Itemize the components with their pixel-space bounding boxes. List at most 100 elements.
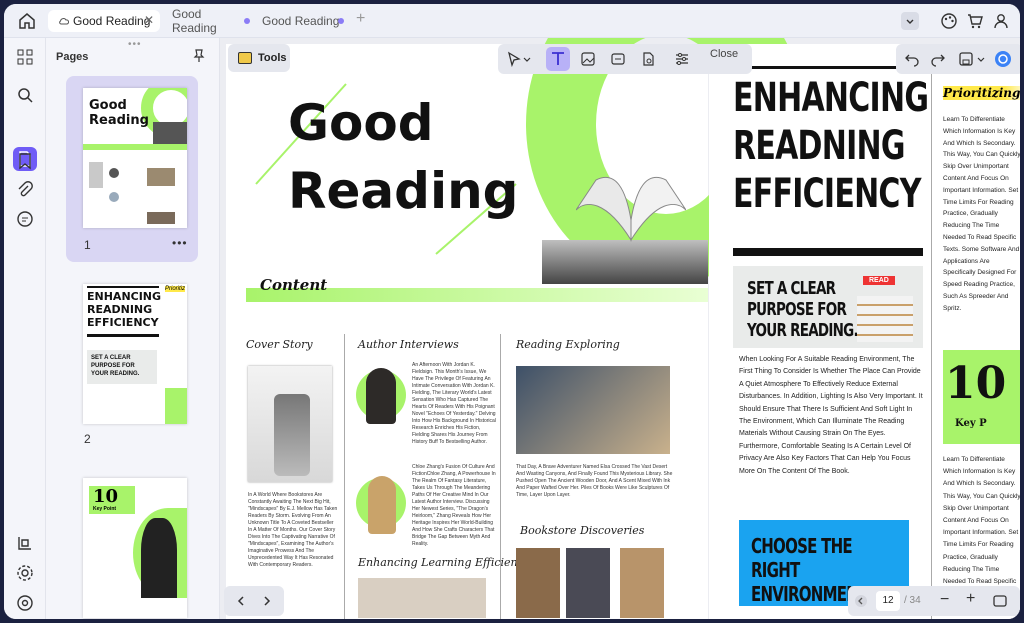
page-number-2: 2: [84, 432, 91, 446]
callout-line: CHOOSE THE RIGHT: [751, 534, 853, 582]
tab-good-reading-2[interactable]: Good Reading: [162, 7, 250, 35]
attachment-icon[interactable]: [16, 180, 34, 198]
thumb-photo: [141, 518, 177, 598]
tools-label: Tools: [258, 52, 287, 64]
pages-panel: ••• Pages Good Reading 1 ••• ENHANCING RE…: [46, 38, 220, 619]
document-viewport: Good Reading Content Cover Story Author …: [220, 38, 1020, 619]
text-tool-button[interactable]: [546, 47, 570, 71]
user-icon[interactable]: [992, 12, 1010, 30]
thumb-big-number: 10: [93, 486, 119, 507]
column-divider: [931, 64, 932, 619]
page-number-input[interactable]: 12: [876, 591, 900, 611]
new-tab-icon[interactable]: +: [356, 10, 365, 28]
fit-page-icon[interactable]: [992, 593, 1008, 609]
layers-icon[interactable]: [16, 534, 34, 552]
purpose-callout: SET A CLEAR PURPOSE FOR YOUR READING. RE…: [733, 266, 923, 348]
save-icon[interactable]: [958, 51, 974, 67]
text-icon: [552, 52, 564, 65]
undo-icon[interactable]: [904, 51, 920, 67]
page-thumbnail-1[interactable]: Good Reading: [83, 88, 187, 228]
comment-icon[interactable]: [16, 210, 34, 228]
tab-good-reading-3[interactable]: Good Reading: [252, 10, 346, 32]
thumb-rule: [87, 286, 159, 288]
chevron-down-icon[interactable]: [976, 51, 986, 67]
column-divider: [344, 334, 345, 619]
zoom-out-icon[interactable]: −: [940, 591, 949, 609]
reading-photo: [516, 366, 670, 454]
resize-grip[interactable]: •••: [128, 39, 142, 50]
thumb-headline-line: READNING: [87, 303, 153, 316]
reading-exploring-text: That Day, A Brave Adventurer Named Elsa …: [516, 464, 673, 498]
page-nav: [224, 586, 284, 616]
page-menu-icon[interactable]: •••: [172, 236, 188, 250]
chevron-down-icon[interactable]: [522, 51, 532, 67]
tab-label: Good Reading: [172, 7, 217, 35]
left-rail: [4, 38, 46, 619]
cart-icon[interactable]: [966, 12, 984, 30]
settings-icon[interactable]: [16, 564, 34, 582]
thumb-books-image: [153, 122, 187, 144]
thumb-photo: [147, 212, 175, 224]
thumb-headline-line: ENHANCING: [87, 290, 162, 303]
help-icon[interactable]: [16, 594, 34, 612]
prioritizing-heading: Prioritizing: [943, 86, 1020, 100]
pin-icon[interactable]: [192, 49, 206, 63]
enhancing-learning-heading: Enhancing Learning Efficiency: [358, 556, 530, 569]
watermark-icon[interactable]: [640, 51, 656, 67]
bookstore-photo: [566, 548, 610, 618]
pointer-icon[interactable]: [506, 51, 522, 67]
close-edit-button[interactable]: Close: [710, 48, 738, 60]
thumb-green-box: [165, 388, 187, 424]
thumb-key-label: Key Point: [93, 506, 117, 512]
learning-photo: [358, 578, 486, 618]
thumb-callout-line: YOUR READING.: [91, 371, 140, 377]
search-icon[interactable]: [16, 86, 34, 104]
chevron-left-icon[interactable]: [234, 594, 248, 608]
bookstore-photo: [516, 548, 560, 618]
link-icon[interactable]: [610, 51, 626, 67]
bookmark-icon[interactable]: [16, 152, 34, 170]
author-interview-text-2: Chloe Zhang's Fusion Of Culture And Fict…: [412, 464, 496, 547]
ai-assistant-icon[interactable]: [994, 50, 1012, 68]
page-number-1: 1: [84, 238, 91, 252]
grid-icon[interactable]: [16, 48, 34, 66]
thumb-photo: [89, 162, 103, 188]
home-icon[interactable]: [18, 12, 36, 30]
tab-good-reading-1[interactable]: Good Reading ✕: [48, 10, 160, 32]
key-point-label: Key P: [955, 418, 987, 429]
thumb-photo: [109, 168, 119, 178]
chevron-left-icon[interactable]: [854, 594, 868, 608]
document-page-right: ENHANCING READNING EFFICIENCY SET A CLEA…: [709, 44, 1020, 619]
author-interview-text-1: An Afternoon With Jordan K. Fieldsign. T…: [412, 362, 496, 445]
thumb-side-heading: Prioritiz: [165, 286, 186, 292]
bookstore-heading: Bookstore Discoveries: [520, 524, 645, 537]
reading-exploring-heading: Reading Exploring: [516, 338, 620, 351]
palette-icon[interactable]: [940, 12, 958, 30]
close-tab-icon[interactable]: ✕: [144, 13, 154, 27]
image-icon[interactable]: [580, 51, 596, 67]
tab-bar: Good Reading ✕ Good Reading Good Reading…: [4, 4, 1020, 38]
chevron-right-icon[interactable]: [260, 594, 274, 608]
redo-icon[interactable]: [930, 51, 946, 67]
tab-label: Good Reading: [262, 14, 340, 28]
environment-paragraph: When Looking For A Suitable Reading Envi…: [739, 356, 923, 475]
unsaved-dot-icon: [338, 18, 344, 24]
toolbox-icon: [238, 52, 252, 64]
author-photo-1-figure: [366, 368, 396, 424]
tools-button[interactable]: Tools: [228, 44, 290, 72]
bookstore-photo: [620, 548, 664, 618]
headline-line: EFFICIENCY: [733, 171, 921, 217]
panel-title: Pages: [56, 51, 89, 63]
headline-line: ENHANCING: [733, 75, 929, 121]
key-point-text: Learn To Differentiate Which Information…: [943, 456, 1020, 597]
thumb-title: Good Reading: [89, 98, 149, 128]
page-thumbnail-3[interactable]: 10 Key Point: [83, 478, 187, 618]
properties-icon[interactable]: [674, 51, 690, 67]
zoom-in-icon[interactable]: +: [966, 590, 975, 608]
tab-list-button[interactable]: [901, 12, 919, 30]
open-book-image: [576, 177, 686, 242]
callout-line: PURPOSE FOR: [747, 299, 847, 320]
callout-line: SET A CLEAR: [747, 278, 836, 299]
cover-story-heading: Cover Story: [246, 338, 313, 351]
page-thumbnail-2[interactable]: ENHANCING READNING EFFICIENCY SET A CLEA…: [83, 284, 187, 424]
